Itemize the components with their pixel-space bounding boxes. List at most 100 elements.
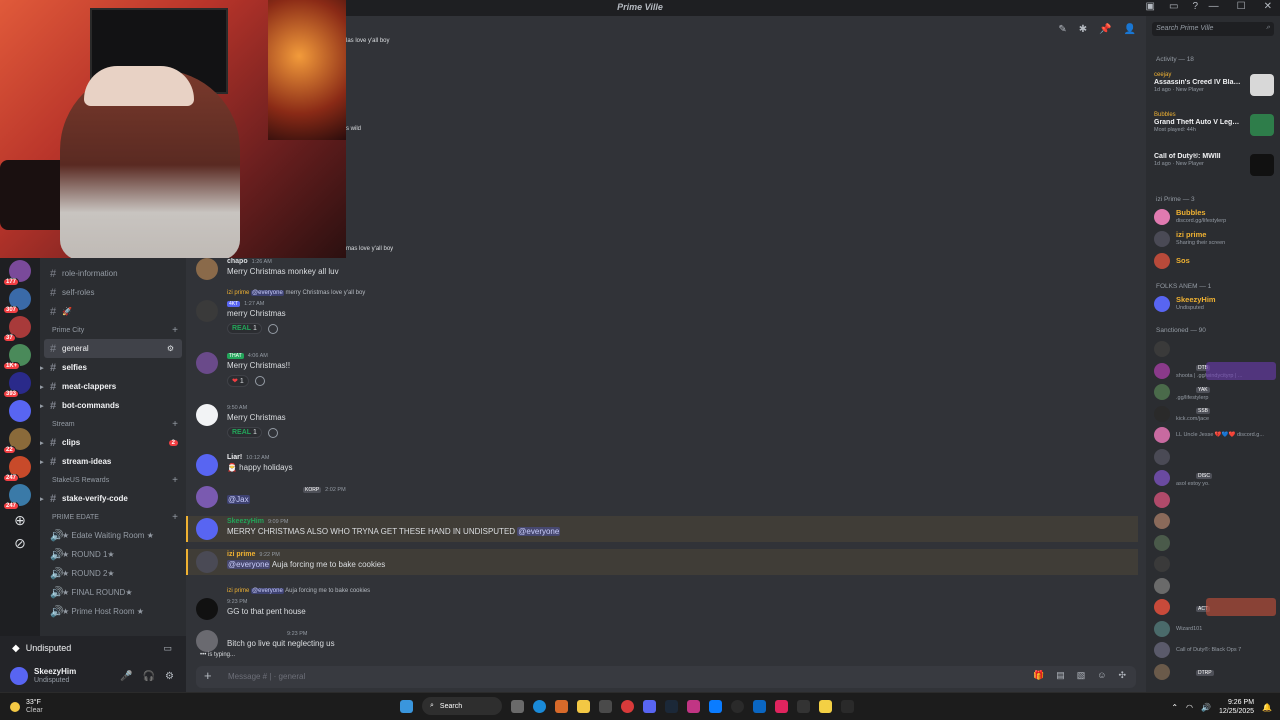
member-item[interactable]: LL Uncle Jesse 💔💙❤️ discord.g... xyxy=(1154,424,1276,446)
category-stream[interactable]: Stream + xyxy=(40,415,186,433)
avatar[interactable] xyxy=(10,667,28,685)
author-name[interactable]: SkeezyHim xyxy=(227,518,264,525)
channel-item[interactable]: ▸ # stream-ideas xyxy=(40,452,186,471)
server-icon[interactable]: 177 xyxy=(3,260,31,286)
pin-icon[interactable]: 📌 xyxy=(1099,24,1111,35)
messenger-icon[interactable] xyxy=(709,699,722,713)
add-channel-icon[interactable]: + xyxy=(172,419,178,430)
avatar[interactable] xyxy=(196,551,218,573)
server-icon[interactable]: 393 xyxy=(3,372,31,398)
add-channel-icon[interactable]: + xyxy=(172,512,178,523)
search-input[interactable]: Search Prime Ville ⌕ xyxy=(1152,22,1274,36)
member-item[interactable]: DTBshoota | .gg/windycityrp | ... xyxy=(1154,360,1276,382)
instagram-icon[interactable] xyxy=(687,699,700,713)
channel-item-general[interactable]: # general ⚙ xyxy=(44,339,182,358)
activity-card[interactable]: ceejay Assassin's Creed IV Black Fl... 1… xyxy=(1154,72,1276,106)
discord-icon[interactable] xyxy=(643,699,656,713)
windows-start-icon[interactable] xyxy=(400,699,413,713)
category-prime-city[interactable]: Prime City + xyxy=(40,321,186,339)
screen-icon[interactable]: ▭ xyxy=(163,643,172,654)
headphones-icon[interactable]: 🎧 xyxy=(143,671,155,682)
member-item[interactable]: izi prime Sharing their screen xyxy=(1154,228,1276,250)
maximize-icon[interactable]: ☐ xyxy=(1237,1,1246,12)
voice-channel[interactable]: 🔊 ★ FINAL ROUND★ xyxy=(40,583,186,602)
chevron-up-icon[interactable]: ⌃ xyxy=(1171,703,1178,712)
avatar[interactable] xyxy=(196,404,218,426)
channel-item[interactable]: ▸ # selfies xyxy=(40,358,186,377)
edge-icon[interactable] xyxy=(533,699,546,713)
avatar[interactable] xyxy=(196,598,218,620)
voice-channel[interactable]: 🔊 ★ ROUND 1★ xyxy=(40,545,186,564)
taskbar-search[interactable]: ⌕ Search xyxy=(422,697,502,715)
microphone-icon[interactable]: 🎤 xyxy=(120,671,132,682)
channel-item-clips[interactable]: ▸ # clips 2 xyxy=(40,433,186,452)
reply-preview[interactable]: izi prime @everyone Auja forcing me to b… xyxy=(227,588,370,594)
add-reaction-icon[interactable] xyxy=(254,376,265,386)
member-item[interactable] xyxy=(1154,510,1276,532)
reply-preview[interactable]: izi prime @everyone merry Christmas love… xyxy=(227,290,365,296)
avatar[interactable] xyxy=(196,630,218,652)
message-input[interactable]: Message # | · general xyxy=(228,672,305,681)
avatar[interactable] xyxy=(196,258,218,280)
apps-icon[interactable]: ✣ xyxy=(1118,670,1126,681)
channel-item[interactable]: ▸ # bot-commands xyxy=(40,396,186,415)
game-app-icon[interactable] xyxy=(841,699,854,713)
member-item[interactable] xyxy=(1154,446,1276,468)
chrome-icon[interactable] xyxy=(621,699,634,713)
help-icon[interactable]: ? xyxy=(1192,1,1198,12)
member-item[interactable] xyxy=(1154,338,1276,360)
sticky-notes-icon[interactable] xyxy=(819,699,832,713)
settings-icon[interactable]: ⚙ xyxy=(167,344,174,353)
mention[interactable]: @everyone xyxy=(251,290,284,296)
server-icon[interactable]: 1K+ xyxy=(3,344,31,370)
member-item[interactable] xyxy=(1154,575,1276,597)
threads-icon[interactable]: ✎ xyxy=(1058,24,1066,35)
channel-item[interactable]: # 🚀 xyxy=(40,302,186,321)
notification-icon[interactable]: ✱ xyxy=(1079,24,1087,35)
gear-icon[interactable]: ⚙ xyxy=(165,671,174,682)
sticker-icon[interactable]: ▧ xyxy=(1077,670,1086,681)
member-item[interactable]: SSB kick.com/jace xyxy=(1154,403,1276,425)
voice-channel[interactable]: 🔊 ★ Prime Host Room ★ xyxy=(40,602,186,621)
member-item[interactable]: SkeezyHim Undisputed xyxy=(1154,293,1276,315)
inbox-icon[interactable]: ▣ xyxy=(1146,1,1155,12)
channel-item[interactable]: # role-information xyxy=(40,264,186,283)
attach-plus-icon[interactable]: + xyxy=(204,668,212,683)
app-icon[interactable] xyxy=(753,699,766,713)
server-icon[interactable]: 37 xyxy=(3,316,31,342)
close-icon[interactable]: ✕ xyxy=(1264,1,1272,12)
add-channel-icon[interactable]: + xyxy=(172,475,178,486)
avatar[interactable] xyxy=(196,454,218,476)
task-view-icon[interactable] xyxy=(511,699,524,713)
server-icon[interactable]: 307 xyxy=(3,288,31,314)
author-name[interactable]: chapo xyxy=(227,258,248,265)
activity-card[interactable]: Bubbles Grand Theft Auto V Legacy Most p… xyxy=(1154,112,1276,146)
wifi-icon[interactable]: ◠ xyxy=(1186,703,1193,712)
reaction[interactable]: ❤ 1 xyxy=(227,375,249,387)
member-item[interactable]: DTRP xyxy=(1154,661,1276,683)
avatar[interactable] xyxy=(196,518,218,540)
add-channel-icon[interactable]: + xyxy=(172,325,178,336)
member-item[interactable]: Sos xyxy=(1154,250,1276,272)
mention[interactable]: @everyone xyxy=(517,527,561,536)
tiktok-icon[interactable] xyxy=(775,699,788,713)
volume-icon[interactable]: 🔊 xyxy=(1201,703,1211,712)
member-item[interactable]: ACT xyxy=(1154,596,1276,618)
category-stake[interactable]: StakeUS Rewards + xyxy=(40,471,186,489)
channel-item[interactable]: ▸ # meat-clappers xyxy=(40,377,186,396)
avatar[interactable] xyxy=(196,486,218,508)
mention[interactable]: @Jax xyxy=(227,495,250,504)
category-prime-edate[interactable]: PRIME EDATE + xyxy=(40,508,186,526)
mention[interactable]: @everyone xyxy=(227,560,271,569)
server-icon[interactable]: 247 xyxy=(3,456,31,482)
activity-card[interactable]: Call of Duty®: MWIII 1d ago · New Player xyxy=(1154,152,1276,186)
member-item[interactable] xyxy=(1154,532,1276,554)
store-icon[interactable] xyxy=(599,699,612,713)
server-icon[interactable]: 22 xyxy=(3,428,31,454)
server-icon[interactable] xyxy=(9,400,31,422)
gif-icon[interactable]: ▤ xyxy=(1056,670,1065,681)
gift-icon[interactable]: 🎁 xyxy=(1033,670,1044,681)
discover-icon[interactable]: ⊘ xyxy=(0,535,40,552)
add-reaction-icon[interactable] xyxy=(267,323,278,334)
channel-item[interactable]: # self-roles xyxy=(40,283,186,302)
